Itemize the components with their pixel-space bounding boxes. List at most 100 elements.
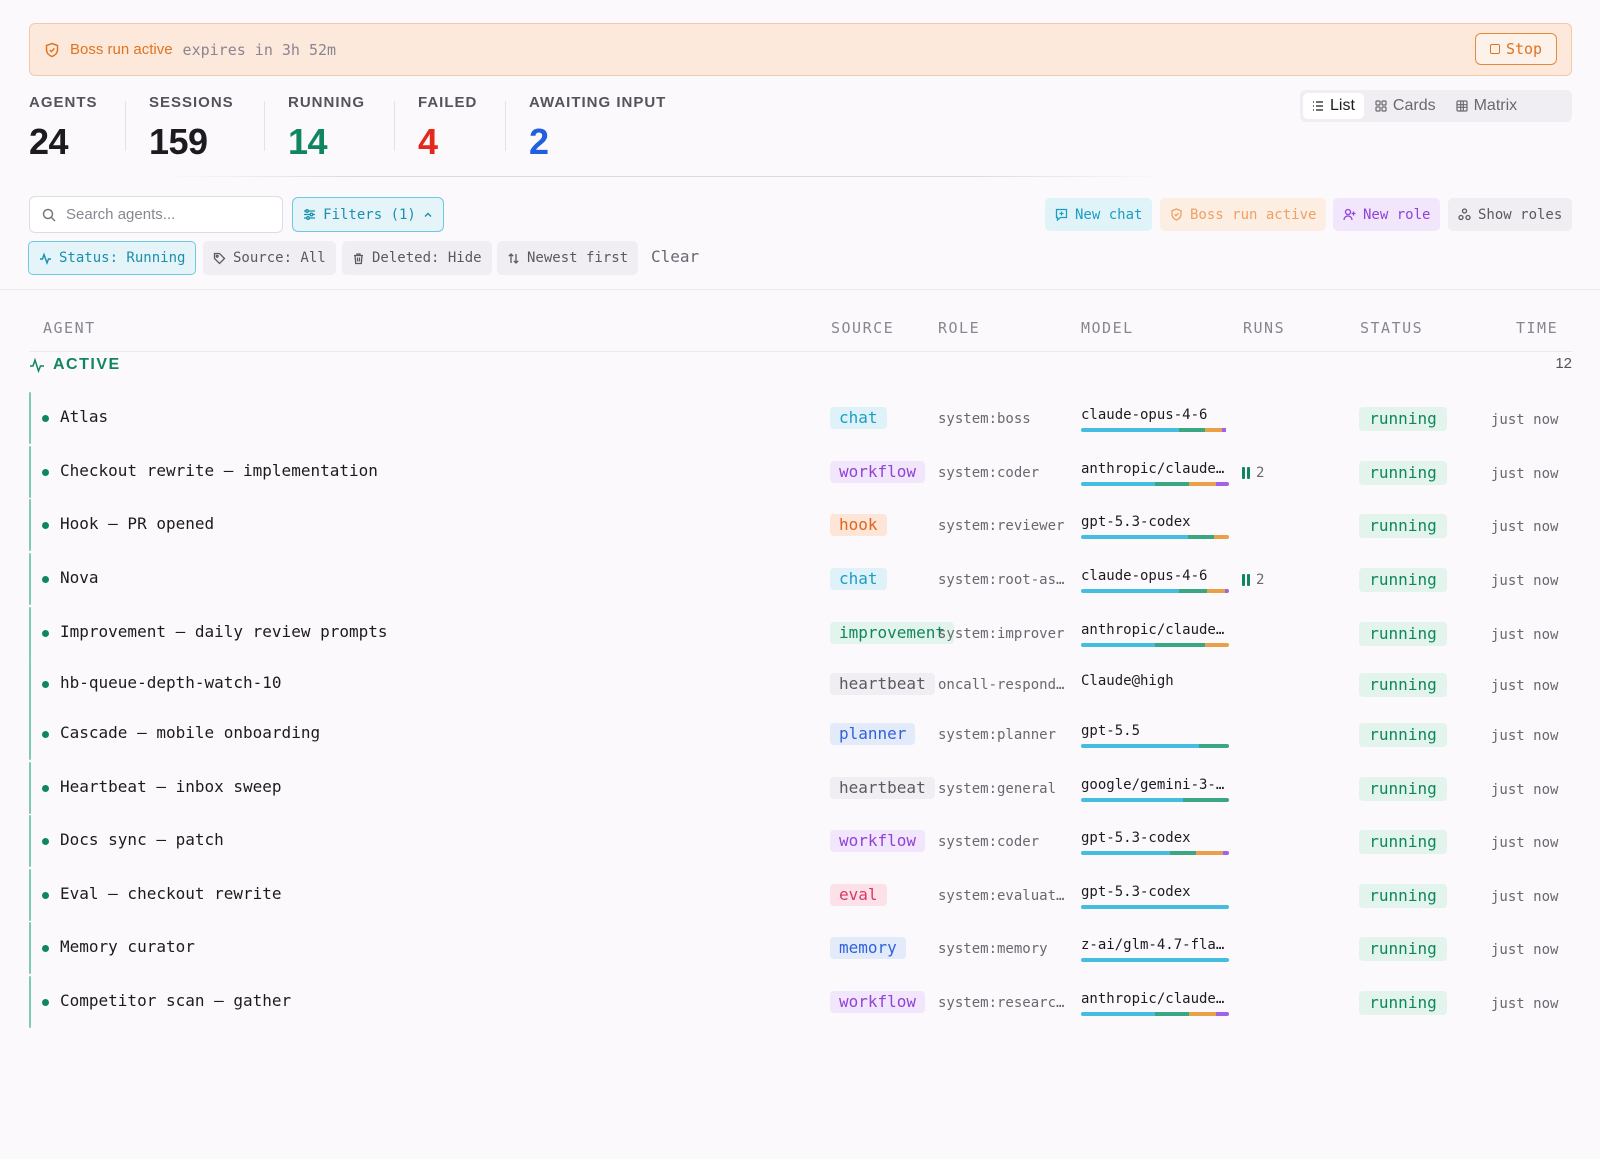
role-text: system:evaluat… [938, 888, 1064, 904]
token-usage-bar [1081, 958, 1229, 962]
usage-segment [1183, 798, 1229, 802]
agent-name[interactable]: Checkout rewrite — implementation [60, 461, 378, 480]
role-text: system:planner [938, 727, 1057, 743]
usage-segment [1221, 428, 1226, 432]
model-name: Claude@high [1081, 673, 1174, 689]
usage-segment [1081, 958, 1229, 962]
stat-label: SESSIONS [149, 94, 234, 111]
status-badge: running [1359, 884, 1447, 908]
time-text: just now [1491, 519, 1559, 535]
new-chat-button[interactable]: New chat [1045, 198, 1153, 231]
source-filter-chip[interactable]: Source: All [203, 241, 336, 275]
col-header-time[interactable]: TIME [1516, 319, 1558, 337]
usage-segment [1081, 428, 1179, 432]
usage-segment [1081, 905, 1229, 909]
table-row[interactable]: Hook — PR opened hook system:reviewer gpt-5… [29, 499, 1572, 551]
agent-name[interactable]: Cascade — mobile onboarding [60, 723, 320, 742]
usage-segment [1189, 482, 1216, 486]
clear-filters-button[interactable]: Clear [651, 247, 699, 266]
col-header-source[interactable]: SOURCE [831, 319, 894, 337]
col-header-role[interactable]: ROLE [938, 319, 980, 337]
col-header-status[interactable]: STATUS [1360, 319, 1423, 337]
row-accent-bar [29, 392, 31, 444]
model-name: gpt-5.3-codex [1081, 884, 1191, 900]
agent-name[interactable]: Memory curator [60, 937, 195, 956]
model-name: z-ai/glm-4.7-fla… [1081, 937, 1225, 953]
table-row[interactable]: Checkout rewrite — implementation workflo… [29, 446, 1572, 498]
boss-run-banner: Boss run active expires in 3h 52m Stop [29, 23, 1572, 76]
source-badge: workflow [830, 461, 926, 483]
status-dot [42, 945, 49, 952]
search-box[interactable] [29, 196, 283, 233]
agent-name[interactable]: Competitor scan — gather [60, 991, 291, 1010]
agent-name[interactable]: Improvement — daily review prompts [60, 622, 388, 641]
col-header-model[interactable]: MODEL [1081, 319, 1134, 337]
agent-name[interactable]: Hook — PR opened [60, 514, 214, 533]
usage-segment [1178, 589, 1207, 593]
row-accent-bar [29, 607, 31, 659]
agent-name[interactable]: Heartbeat — inbox sweep [60, 777, 282, 796]
stat-label: FAILED [418, 94, 478, 111]
role-text: system:general [938, 781, 1057, 797]
stat-label: AWAITING INPUT [529, 94, 667, 111]
role-text: system:coder [938, 834, 1040, 850]
table-row[interactable]: Competitor scan — gather workflow system:r… [29, 976, 1572, 1028]
token-usage-bar [1081, 643, 1229, 647]
usage-segment [1187, 535, 1215, 539]
table-row[interactable]: Atlas chat system:boss claude-opus-4-6 runni… [29, 392, 1572, 444]
filters-button[interactable]: Filters (1) [292, 197, 444, 232]
usage-segment [1081, 482, 1155, 486]
status-badge: running [1359, 568, 1447, 592]
table-row[interactable]: Docs sync — patch workflow system:coder gpt… [29, 815, 1572, 867]
pause-icon [1242, 467, 1250, 479]
table-row[interactable]: Heartbeat — inbox sweep heartbeat system:g… [29, 762, 1572, 814]
search-input[interactable] [66, 206, 256, 223]
agent-name[interactable]: Eval — checkout rewrite [60, 884, 282, 903]
token-usage-bar [1081, 535, 1229, 539]
agent-name[interactable]: Nova [60, 568, 99, 587]
status-badge: running [1359, 723, 1447, 747]
status-badge: running [1359, 991, 1447, 1015]
agent-name[interactable]: Docs sync — patch [60, 830, 224, 849]
show-roles-button[interactable]: Show roles [1448, 198, 1573, 231]
col-header-runs[interactable]: RUNS [1243, 319, 1285, 337]
status-dot [42, 415, 49, 422]
new-role-button[interactable]: New role [1333, 198, 1441, 231]
table-row[interactable]: Memory curator memory system:memory z-ai/gl… [29, 922, 1572, 974]
table-row[interactable]: hb-queue-depth-watch-10 heartbeat oncall-r… [29, 658, 1572, 710]
usage-segment [1214, 535, 1229, 539]
status-dot [42, 522, 49, 529]
view-matrix-button[interactable]: Matrix [1447, 93, 1527, 119]
user-plus-icon [1343, 208, 1356, 221]
table-row[interactable]: Cascade — mobile onboarding planner system… [29, 708, 1572, 760]
source-badge: improvement [830, 622, 954, 644]
activity-icon [40, 251, 51, 265]
view-cards-button[interactable]: Cards [1366, 93, 1445, 119]
table-row[interactable]: Nova chat system:root-as… claude-opus-4-6 2 r… [29, 553, 1572, 605]
status-filter-chip[interactable]: Status: Running [28, 241, 197, 275]
activity-icon [30, 357, 44, 373]
usage-segment [1224, 589, 1229, 593]
token-usage-bar [1081, 428, 1229, 432]
time-text: just now [1491, 782, 1559, 798]
token-usage-bar [1081, 1012, 1229, 1016]
runs-indicator[interactable]: 2 [1242, 465, 1264, 481]
group-header-active[interactable]: ACTIVE [29, 356, 121, 374]
deleted-filter-chip[interactable]: Deleted: Hide [342, 241, 492, 275]
agent-name[interactable]: hb-queue-depth-watch-10 [60, 673, 282, 692]
usage-segment [1205, 428, 1222, 432]
row-accent-bar [29, 869, 31, 921]
stop-button[interactable]: Stop [1475, 33, 1557, 65]
view-list-button[interactable]: List [1303, 93, 1364, 119]
col-header-agent[interactable]: AGENT [43, 319, 96, 337]
boss-run-active-button[interactable]: Boss run active [1160, 198, 1327, 231]
stat-label: AGENTS [29, 94, 98, 111]
divider [0, 289, 1600, 290]
table-row[interactable]: Improvement — daily review prompts improv… [29, 607, 1572, 659]
runs-indicator[interactable]: 2 [1242, 572, 1264, 588]
agent-name[interactable]: Atlas [60, 407, 108, 426]
sort-chip[interactable]: Newest first [497, 241, 639, 275]
table-row[interactable]: Eval — checkout rewrite eval system:evalua… [29, 869, 1572, 921]
model-name: google/gemini-3-… [1081, 777, 1225, 793]
usage-segment [1081, 744, 1200, 748]
